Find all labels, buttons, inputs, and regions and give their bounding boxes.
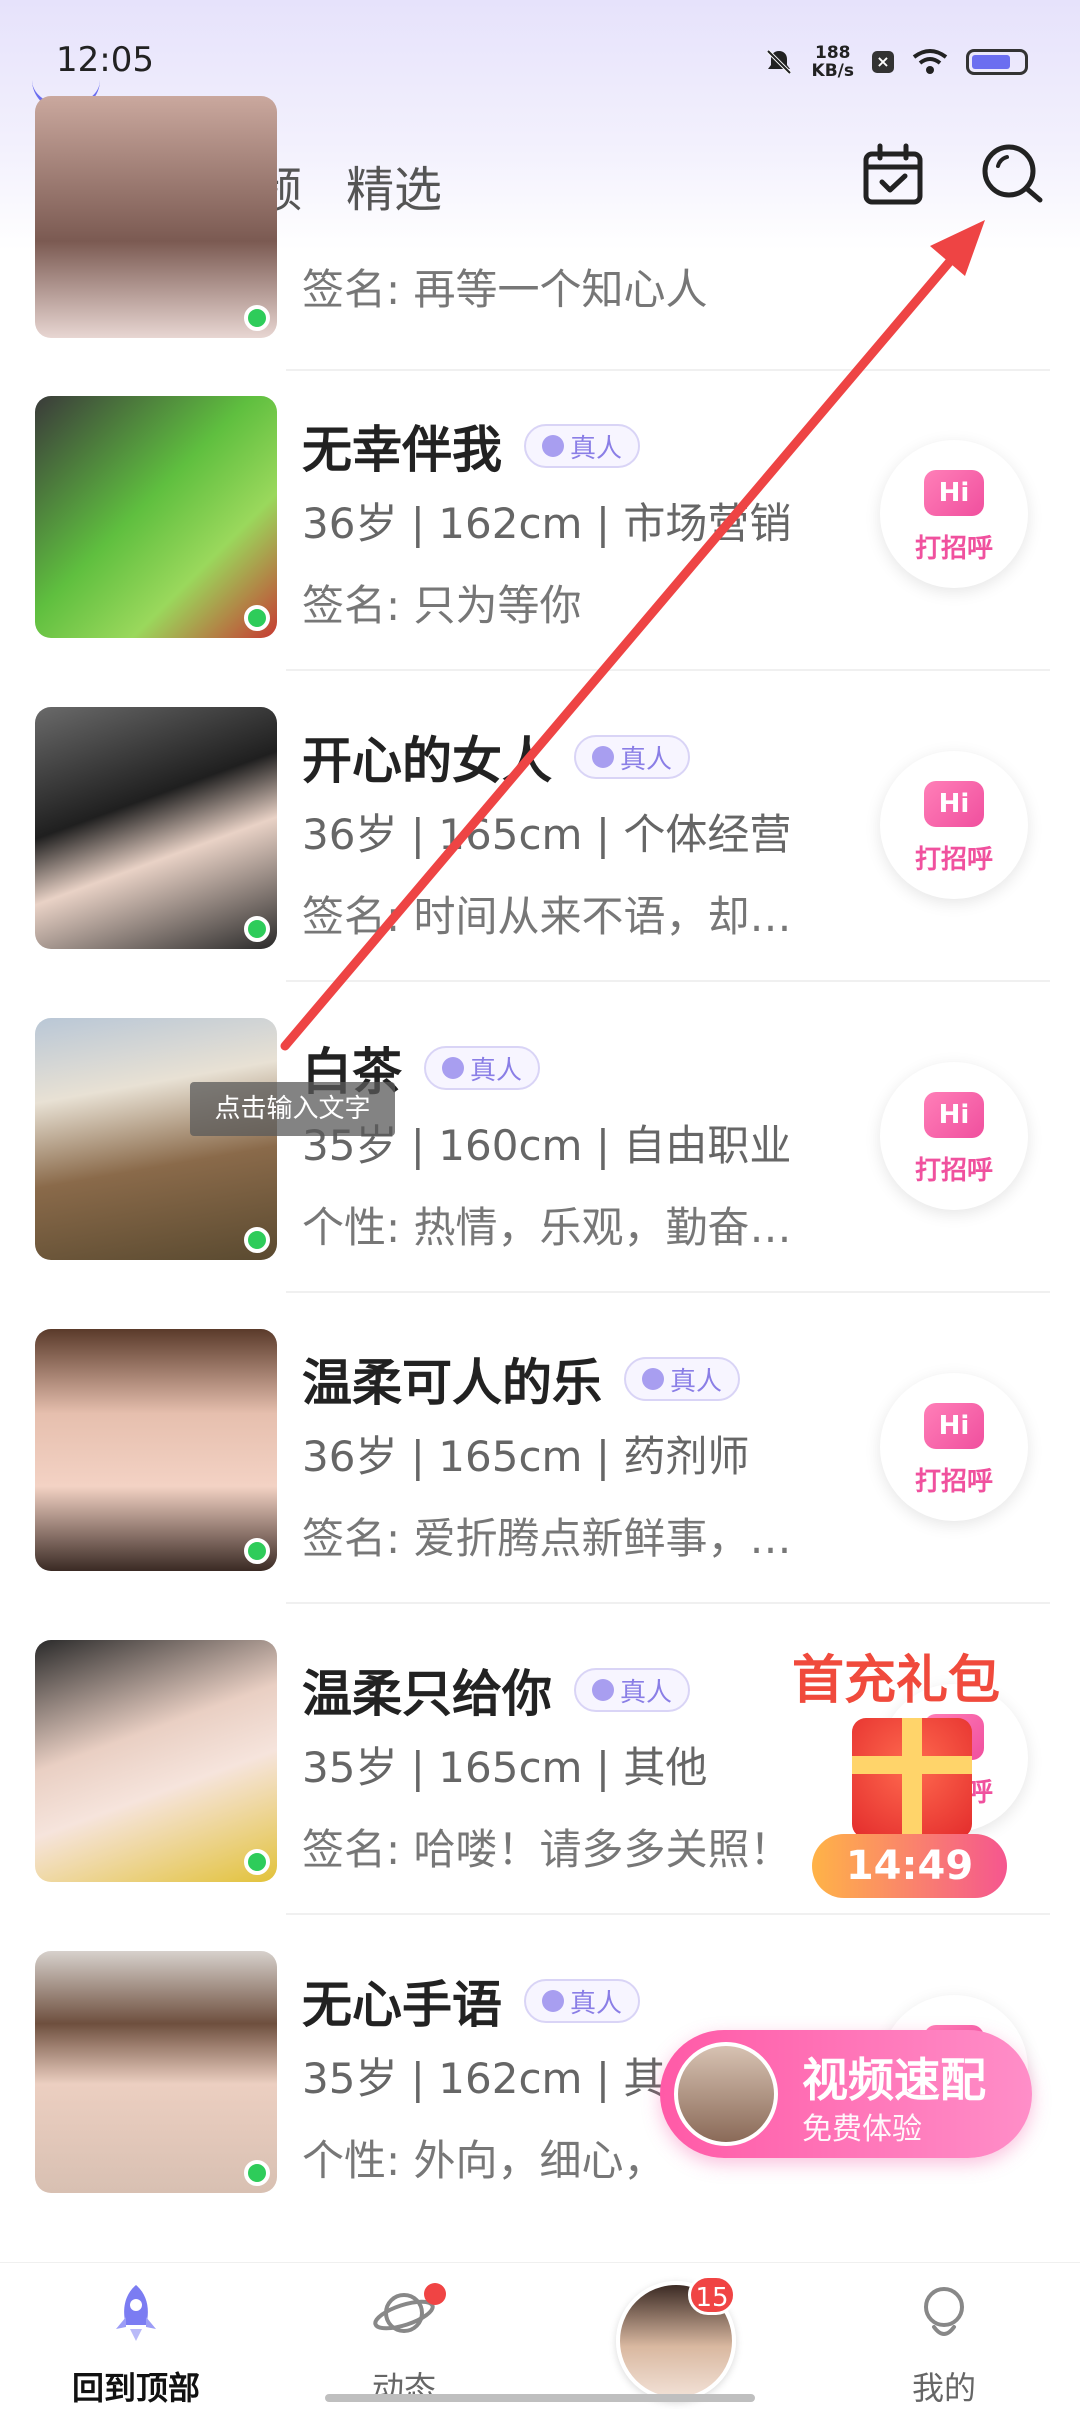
home-indicator[interactable]	[325, 2394, 755, 2402]
hi-bubble-icon: Hi	[924, 1403, 984, 1449]
verified-label: 真人	[470, 1055, 523, 1086]
avatar[interactable]	[35, 1329, 277, 1571]
video-match-button[interactable]: 视频速配 免费体验	[660, 2030, 1032, 2158]
verified-label: 真人	[620, 744, 673, 775]
profile-icon	[924, 2287, 964, 2336]
promo-title: 首充礼包	[792, 1651, 1001, 1711]
nav-back-to-top[interactable]: 回到顶部	[46, 2281, 226, 2409]
user-name: 无幸伴我	[302, 421, 502, 479]
verified-badge: 真人	[524, 1979, 641, 2023]
signature: 签名: 再等一个知心人	[302, 265, 708, 314]
signature: 个性: 热情，乐观，勤奋…	[302, 1203, 792, 1252]
user-info: 35岁 | 165cm | 其他	[302, 1743, 708, 1792]
avatar[interactable]	[35, 1640, 277, 1882]
nav-label: 动态	[371, 2369, 436, 2407]
avatar[interactable]	[35, 396, 277, 638]
verified-badge: 真人	[424, 1046, 541, 1090]
online-indicator	[244, 1538, 270, 1564]
message-count-badge: 15	[688, 2275, 736, 2315]
nav-label: 我的	[911, 2369, 976, 2407]
verified-icon	[592, 746, 614, 768]
avatar[interactable]	[35, 707, 277, 949]
greet-label: 打招呼	[914, 845, 993, 875]
avatar[interactable]	[35, 1018, 277, 1260]
online-indicator	[244, 605, 270, 631]
verified-badge: 真人	[624, 1357, 741, 1401]
verified-icon	[542, 435, 564, 457]
user-name: 温柔可人的乐	[302, 1354, 602, 1412]
signature: 签名: 只为等你	[302, 581, 582, 630]
avatar	[674, 2042, 778, 2146]
greet-button[interactable]: Hi 打招呼	[880, 751, 1028, 899]
greet-label: 打招呼	[914, 534, 993, 564]
user-info: 36岁 | 165cm | 个体经营	[302, 810, 792, 859]
greet-button[interactable]: Hi 打招呼	[880, 1062, 1028, 1210]
hi-bubble-icon: Hi	[924, 781, 984, 827]
list-item[interactable]: 白茶 真人 35岁 | 160cm | 自由职业 个性: 热情，乐观，勤奋… H…	[0, 982, 1080, 1293]
rocket-icon	[116, 2285, 156, 2341]
greet-button[interactable]: Hi 打招呼	[880, 440, 1028, 588]
user-info: 35岁 | 162cm | 其他	[302, 2054, 708, 2103]
verified-label: 真人	[570, 1988, 623, 2019]
online-indicator	[244, 1227, 270, 1253]
verified-icon	[442, 1057, 464, 1079]
hi-bubble-icon: Hi	[924, 470, 984, 516]
verified-icon	[592, 1679, 614, 1701]
verified-icon	[642, 1368, 664, 1390]
user-info: 36岁 | 162cm | 市场营销	[302, 499, 792, 548]
promo-timer: 14:49	[812, 1834, 1007, 1898]
video-match-subtitle: 免费体验	[802, 2112, 922, 2147]
first-recharge-promo[interactable]: 首充礼包 14:49	[792, 1638, 1032, 1908]
avatar[interactable]	[35, 96, 277, 338]
verified-label: 真人	[570, 433, 623, 464]
text-input-tooltip[interactable]: 点击输入文字	[190, 1082, 395, 1136]
online-indicator	[244, 2160, 270, 2186]
verified-badge: 真人	[574, 1668, 691, 1712]
signature: 签名: 爱折腾点新鲜事，…	[302, 1514, 792, 1563]
online-indicator	[244, 1849, 270, 1875]
list-item[interactable]: 温柔可人的乐 真人 36岁 | 165cm | 药剂师 签名: 爱折腾点新鲜事，…	[0, 1293, 1080, 1604]
verified-label: 真人	[620, 1677, 673, 1708]
hi-bubble-icon: Hi	[924, 1092, 984, 1138]
verified-badge: 真人	[574, 735, 691, 779]
nav-mine[interactable]: 我的	[854, 2281, 1034, 2409]
greet-label: 打招呼	[914, 1156, 993, 1186]
greet-label: 打招呼	[914, 1467, 993, 1497]
verified-label: 真人	[670, 1366, 723, 1397]
bottom-nav: 回到顶部 动态 15 我的	[0, 2262, 1080, 2409]
user-name: 无心手语	[302, 1976, 502, 2034]
avatar[interactable]	[35, 1951, 277, 2193]
list-item[interactable]: 开心的女人 真人 36岁 | 165cm | 个体经营 签名: 时间从来不语，却…	[0, 671, 1080, 982]
video-match-title: 视频速配	[802, 2053, 986, 2107]
signature: 签名: 时间从来不语，却…	[302, 892, 792, 941]
user-info: 36岁 | 165cm | 药剂师	[302, 1432, 750, 1481]
verified-icon	[542, 1990, 564, 2012]
user-name: 开心的女人	[302, 732, 552, 790]
list-item[interactable]: 无幸伴我 真人 36岁 | 162cm | 市场营销 签名: 只为等你 Hi 打…	[0, 360, 1080, 671]
gift-icon	[852, 1718, 972, 1838]
notification-dot	[424, 2283, 446, 2305]
online-indicator	[244, 305, 270, 331]
nav-label: 回到顶部	[71, 2369, 200, 2407]
nav-feed[interactable]: 动态	[314, 2281, 494, 2409]
online-indicator	[244, 916, 270, 942]
greet-button[interactable]: Hi 打招呼	[880, 1373, 1028, 1521]
verified-badge: 真人	[524, 424, 641, 468]
user-name: 温柔只给你	[302, 1665, 552, 1723]
list-item[interactable]: 签名: 再等一个知心人	[0, 60, 1080, 371]
signature: 签名: 哈喽！请多多关照！	[302, 1825, 792, 1874]
